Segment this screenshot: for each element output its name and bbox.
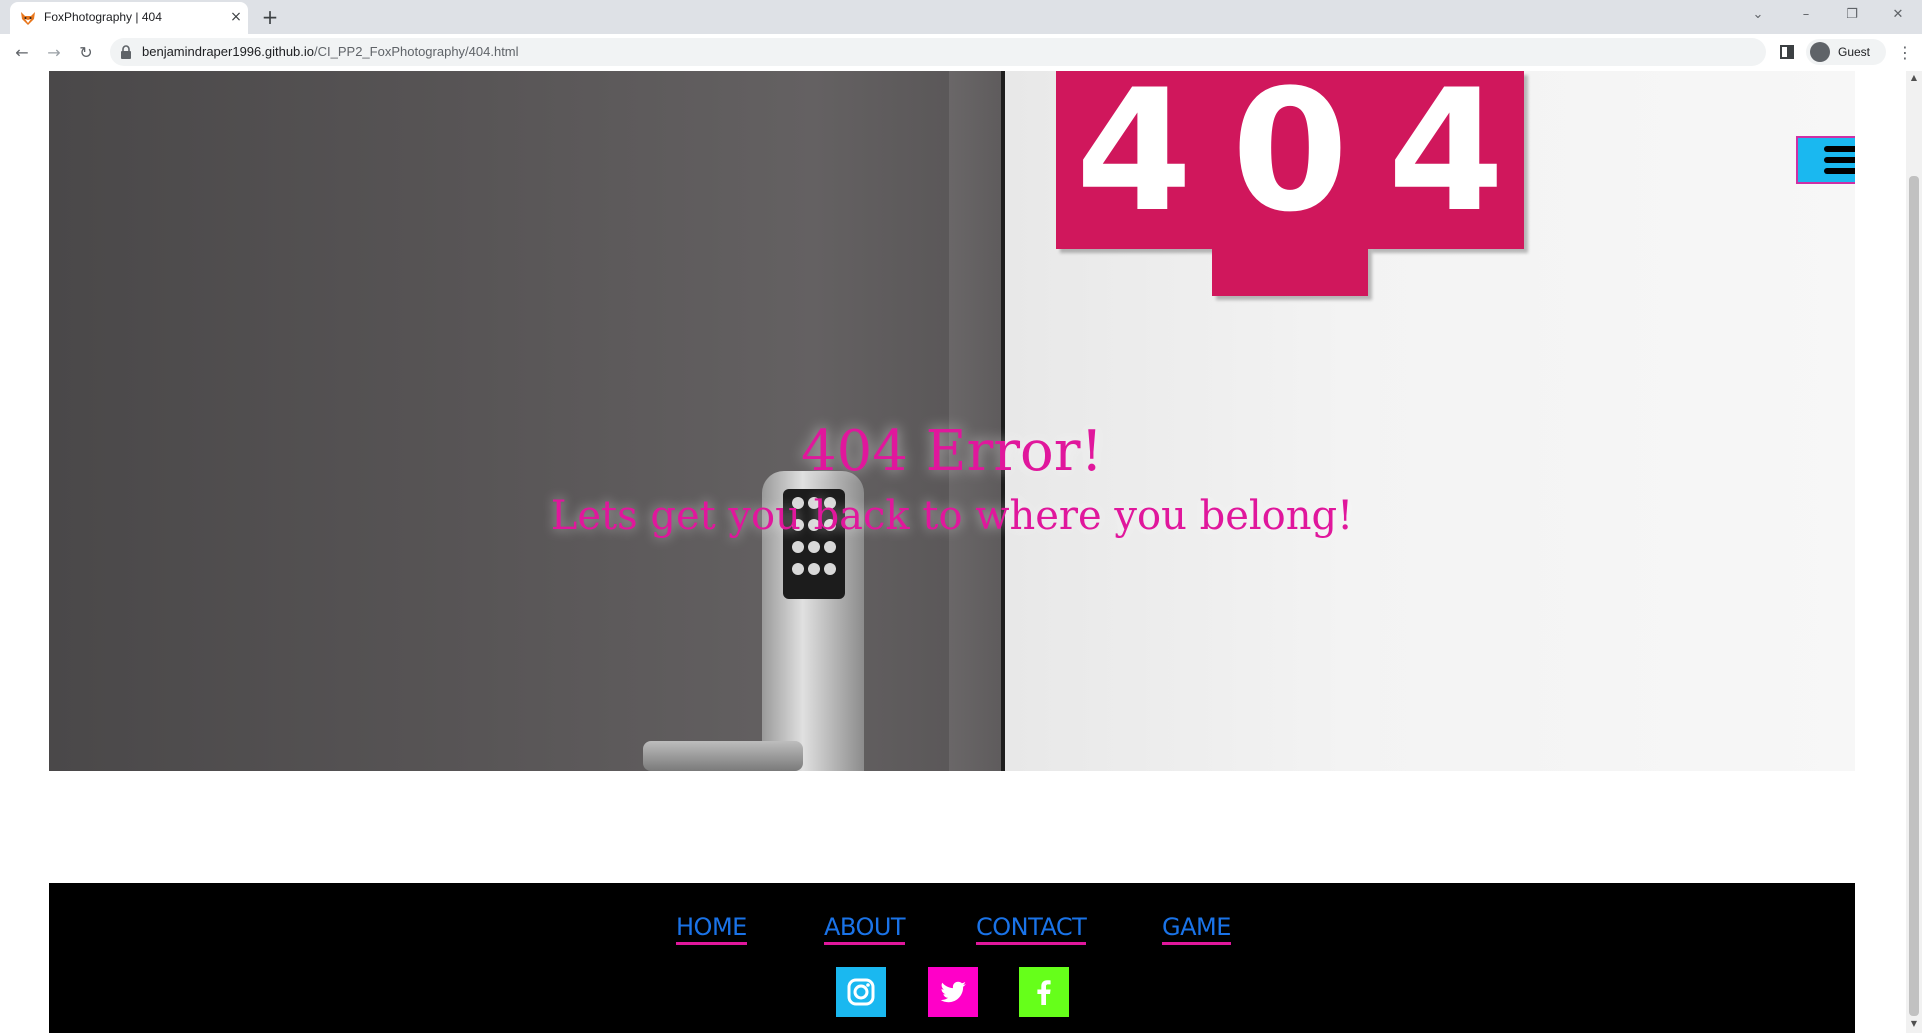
door-handle — [643, 741, 803, 771]
room-number-plate-3: 4 — [1368, 71, 1524, 249]
url-path: /CI_PP2_FoxPhotography/404.html — [314, 44, 519, 59]
page-viewport: 4 0 4 404 Error! Lets get you back to wh… — [0, 71, 1906, 1033]
error-subtitle: Lets get you back to where you belong! — [550, 493, 1354, 539]
reload-icon[interactable]: ↻ — [73, 40, 99, 66]
menu-toggle-button[interactable] — [1796, 136, 1855, 184]
browser-tab[interactable]: FoxPhotography | 404 × — [10, 2, 248, 34]
error-title: 404 Error! — [800, 419, 1104, 484]
scroll-down-arrow-icon[interactable]: ▼ — [1909, 1019, 1919, 1028]
room-number-plate-1: 4 — [1056, 71, 1212, 249]
scroll-up-arrow-icon[interactable]: ▲ — [1909, 73, 1919, 82]
tab-search-icon[interactable]: ⌄ — [1736, 0, 1780, 30]
facebook-icon — [1037, 980, 1051, 1005]
twitter-link[interactable] — [928, 967, 978, 1017]
minimize-window-button[interactable]: – — [1784, 0, 1828, 30]
profile-label: Guest — [1838, 45, 1871, 59]
page-scrollbar[interactable]: ▲ ▼ — [1906, 71, 1922, 1033]
new-tab-button[interactable]: + — [258, 5, 282, 29]
footer-link-contact[interactable]: CONTACT — [976, 913, 1087, 945]
twitter-icon — [940, 981, 966, 1003]
facebook-link[interactable] — [1019, 967, 1069, 1017]
profile-avatar-icon — [1810, 42, 1830, 62]
instagram-icon — [847, 978, 875, 1006]
hero-section: 4 0 4 404 Error! Lets get you back to wh… — [49, 71, 1855, 771]
side-panel-icon[interactable] — [1780, 45, 1794, 59]
footer-link-game[interactable]: GAME — [1162, 913, 1231, 945]
address-bar[interactable]: benjamindraper1996.github.io/CI_PP2_FoxP… — [110, 38, 1766, 66]
restore-window-button[interactable]: ❐ — [1830, 0, 1874, 30]
fox-favicon-icon — [21, 12, 35, 25]
back-arrow-icon[interactable]: ← — [9, 40, 35, 66]
site-footer: HOME ABOUT CONTACT GAME — [49, 883, 1855, 1033]
footer-link-about[interactable]: ABOUT — [824, 913, 906, 945]
url-host: benjamindraper1996.github.io — [142, 44, 315, 59]
instagram-link[interactable] — [836, 967, 886, 1017]
scrollbar-thumb[interactable] — [1909, 176, 1919, 1016]
room-number-plate-2: 0 — [1212, 71, 1368, 296]
tab-title: FoxPhotography | 404 — [44, 10, 162, 24]
lock-icon — [121, 45, 131, 59]
browser-tab-strip: FoxPhotography | 404 × + ⌄ – ❐ ✕ — [0, 0, 1922, 34]
browser-toolbar: ← → ↻ benjamindraper1996.github.io/CI_PP… — [0, 34, 1922, 72]
footer-link-home[interactable]: HOME — [676, 913, 747, 945]
forward-arrow-icon[interactable]: → — [41, 40, 67, 66]
tab-close-icon[interactable]: × — [226, 7, 246, 27]
profile-button[interactable]: Guest — [1806, 39, 1886, 65]
close-window-button[interactable]: ✕ — [1876, 0, 1920, 30]
url-text: benjamindraper1996.github.io/CI_PP2_FoxP… — [142, 44, 519, 59]
browser-menu-icon[interactable]: ⋮ — [1892, 40, 1918, 66]
